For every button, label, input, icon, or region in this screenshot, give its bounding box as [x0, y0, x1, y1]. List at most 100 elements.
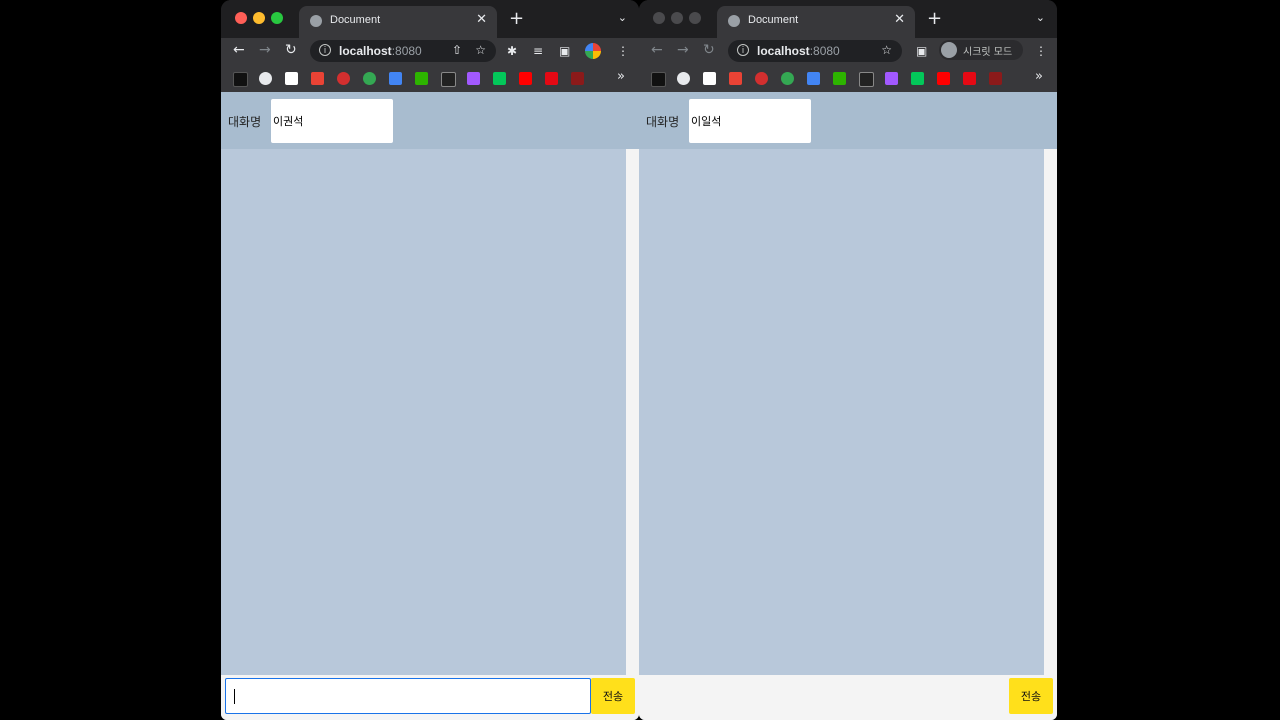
close-icon[interactable]: ✕: [476, 12, 487, 27]
scrollbar[interactable]: [1044, 149, 1057, 675]
more-bookmarks-icon[interactable]: »: [617, 69, 625, 84]
github-icon[interactable]: [259, 72, 272, 85]
incognito-icon: [941, 42, 957, 58]
bookmark-dark-red-icon[interactable]: [571, 72, 584, 85]
tab-strip: Document ✕ + ⌄: [221, 0, 639, 38]
reload-icon[interactable]: ↻: [703, 42, 715, 58]
youtube-icon[interactable]: [937, 72, 950, 85]
bookmark-green-icon[interactable]: [781, 72, 794, 85]
netflix-icon[interactable]: [963, 72, 976, 85]
globe-icon: [728, 15, 740, 27]
window-controls: [653, 12, 701, 24]
bookmark-line-icon[interactable]: [415, 72, 428, 85]
gmail-icon[interactable]: [311, 72, 324, 85]
nickname-input[interactable]: [271, 99, 393, 143]
url-port: :8080: [809, 44, 840, 58]
incognito-indicator[interactable]: 시크릿 모드: [939, 40, 1023, 60]
tab-title: Document: [748, 14, 799, 26]
back-icon[interactable]: ←: [233, 42, 245, 58]
address-bar[interactable]: i localhost:8080 ⇧ ☆: [310, 40, 496, 62]
address-bar[interactable]: i localhost:8080 ☆: [728, 40, 902, 62]
side-panel-icon[interactable]: ▣: [916, 44, 927, 58]
bookmark-app-icon[interactable]: [233, 72, 248, 87]
url-port: :8080: [391, 44, 422, 58]
github-icon[interactable]: [677, 72, 690, 85]
gmail-icon[interactable]: [729, 72, 742, 85]
nickname-label: 대화명: [646, 115, 680, 129]
medium-icon[interactable]: [859, 72, 874, 87]
figma-icon[interactable]: [467, 72, 480, 85]
info-icon[interactable]: i: [737, 44, 749, 56]
url-host: localhost: [757, 44, 810, 58]
close-icon[interactable]: ✕: [894, 12, 905, 27]
figma-icon[interactable]: [885, 72, 898, 85]
nickname-input[interactable]: [689, 99, 811, 143]
bookmark-app-icon[interactable]: [651, 72, 666, 87]
url-text: localhost:8080: [757, 44, 840, 58]
bookmark-dark-red-icon[interactable]: [989, 72, 1002, 85]
netflix-icon[interactable]: [545, 72, 558, 85]
scrollbar[interactable]: [626, 149, 639, 675]
chat-message-area: [221, 149, 626, 675]
bookmark-green-icon[interactable]: [363, 72, 376, 85]
extensions-icon[interactable]: ✱: [507, 44, 517, 58]
send-button[interactable]: 전송: [1009, 678, 1053, 714]
new-tab-button[interactable]: +: [927, 8, 942, 29]
side-panel-icon[interactable]: ▣: [559, 44, 570, 58]
new-tab-button[interactable]: +: [509, 8, 524, 29]
minimize-window-button[interactable]: [253, 12, 265, 24]
maximize-window-button[interactable]: [271, 12, 283, 24]
message-input[interactable]: [225, 678, 591, 714]
chat-page: 대화명 전송: [639, 92, 1057, 720]
chat-footer: 전송: [221, 675, 639, 720]
bookmark-line-icon[interactable]: [833, 72, 846, 85]
back-icon[interactable]: ←: [651, 42, 663, 58]
url-host: localhost: [339, 44, 392, 58]
bookmarks-bar: »: [221, 66, 639, 93]
medium-icon[interactable]: [441, 72, 456, 87]
tab-document[interactable]: Document ✕: [717, 6, 915, 38]
play-store-icon[interactable]: [389, 72, 402, 85]
bookmark-star-icon[interactable]: ☆: [881, 43, 892, 57]
browser-window-left: Document ✕ + ⌄ ← → ↻ i localhost:8080 ⇧ …: [221, 0, 639, 720]
tab-document[interactable]: Document ✕: [299, 6, 497, 38]
share-icon[interactable]: ⇧: [452, 43, 462, 57]
play-store-icon[interactable]: [807, 72, 820, 85]
chevron-down-icon[interactable]: ⌄: [618, 11, 627, 24]
chat-header: 대화명: [639, 92, 1057, 149]
info-icon[interactable]: i: [319, 44, 331, 56]
notion-icon[interactable]: [285, 72, 298, 85]
reading-list-icon[interactable]: ≡: [533, 44, 543, 58]
url-text: localhost:8080: [339, 44, 422, 58]
bookmark-red-icon[interactable]: [337, 72, 350, 85]
close-window-button[interactable]: [235, 12, 247, 24]
chat-footer: 전송: [639, 675, 1057, 720]
forward-icon[interactable]: →: [259, 42, 271, 58]
minimize-window-button[interactable]: [671, 12, 683, 24]
youtube-icon[interactable]: [519, 72, 532, 85]
naver-icon[interactable]: [493, 72, 506, 85]
naver-icon[interactable]: [911, 72, 924, 85]
browser-toolbar: ← → ↻ i localhost:8080 ⇧ ☆ ✱ ≡ ▣ ⋮: [221, 38, 639, 66]
menu-icon[interactable]: ⋮: [1035, 44, 1047, 58]
more-bookmarks-icon[interactable]: »: [1035, 69, 1043, 84]
maximize-window-button[interactable]: [689, 12, 701, 24]
menu-icon[interactable]: ⋮: [617, 44, 629, 58]
text-cursor: [234, 689, 235, 704]
browser-toolbar: ← → ↻ i localhost:8080 ☆ ▣ 시크릿 모드 ⋮: [639, 38, 1057, 66]
close-window-button[interactable]: [653, 12, 665, 24]
nickname-label: 대화명: [228, 115, 262, 129]
chevron-down-icon[interactable]: ⌄: [1036, 11, 1045, 24]
message-input[interactable]: [643, 678, 1009, 714]
forward-icon[interactable]: →: [677, 42, 689, 58]
browser-window-right: Document ✕ + ⌄ ← → ↻ i localhost:8080 ☆ …: [639, 0, 1057, 720]
incognito-label: 시크릿 모드: [963, 47, 1013, 58]
reload-icon[interactable]: ↻: [285, 42, 297, 58]
send-button[interactable]: 전송: [591, 678, 635, 714]
chat-header: 대화명: [221, 92, 639, 149]
bookmark-star-icon[interactable]: ☆: [475, 43, 486, 57]
notion-icon[interactable]: [703, 72, 716, 85]
profile-avatar[interactable]: [585, 43, 601, 59]
chat-page: 대화명 전송: [221, 92, 639, 720]
bookmark-red-icon[interactable]: [755, 72, 768, 85]
